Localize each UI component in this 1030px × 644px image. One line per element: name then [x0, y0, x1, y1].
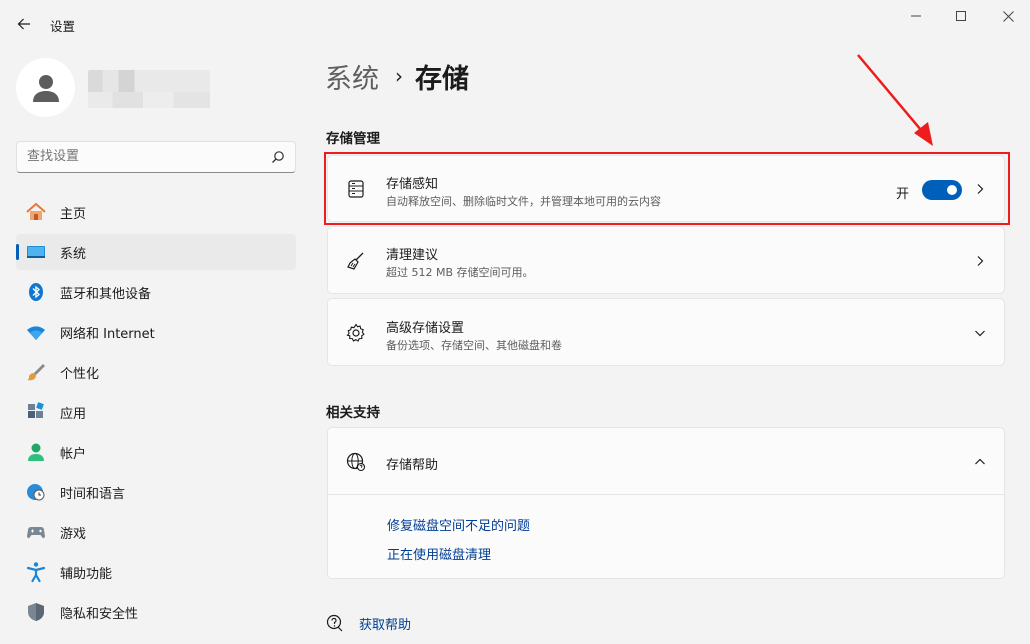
- sidebar-item-network[interactable]: 网络和 Internet: [16, 314, 296, 350]
- chevron-right-icon[interactable]: [974, 255, 986, 267]
- storage-sense-card[interactable]: 存储感知 自动释放空间、删除临时文件，并管理本地可用的云内容 开: [327, 155, 1005, 222]
- help-link-disk-cleanup[interactable]: 正在使用磁盘清理: [387, 544, 491, 563]
- sidebar-item-label: 隐私和安全性: [60, 606, 139, 622]
- advanced-storage-subtitle: 备份选项、存储空间、其他磁盘和卷: [386, 339, 562, 352]
- storage-drive-icon: [348, 180, 364, 198]
- storage-help-title: 存储帮助: [386, 458, 439, 473]
- sidebar-nav: 主页 系统 蓝牙和其他设备 网络和 Internet 个性化 应用 帐户 时间和…: [16, 194, 296, 634]
- help-chat-icon: [326, 614, 343, 632]
- sidebar-item-home[interactable]: 主页: [16, 194, 296, 230]
- profile-info-redacted: [88, 70, 210, 108]
- back-button[interactable]: [12, 12, 36, 36]
- minimize-icon: [911, 15, 921, 17]
- advanced-storage-settings-card[interactable]: 高级存储设置 备份选项、存储空间、其他磁盘和卷: [327, 298, 1005, 366]
- title-bar: 设置: [0, 0, 1030, 48]
- sidebar-item-personalization[interactable]: 个性化: [16, 354, 296, 390]
- page-title: 存储: [415, 63, 469, 95]
- sidebar-item-accounts[interactable]: 帐户: [16, 434, 296, 470]
- maximize-button[interactable]: [949, 6, 973, 26]
- search-box[interactable]: [16, 141, 296, 173]
- user-icon: [32, 74, 59, 102]
- storage-sense-title: 存储感知: [386, 177, 439, 192]
- search-input[interactable]: [27, 149, 257, 164]
- sidebar-item-label: 主页: [60, 206, 87, 222]
- sidebar-item-accessibility[interactable]: 辅助功能: [16, 554, 296, 590]
- breadcrumb-separator: ›: [395, 64, 403, 88]
- search-icon[interactable]: [271, 150, 285, 164]
- shield-icon: [25, 601, 47, 623]
- gear-icon: [346, 323, 365, 342]
- storage-help-header[interactable]: 存储帮助: [328, 428, 1004, 495]
- back-arrow-icon: [17, 18, 30, 30]
- sidebar-item-label: 游戏: [60, 526, 87, 542]
- sidebar-item-label: 帐户: [60, 446, 87, 462]
- maximize-icon: [956, 11, 966, 21]
- toggle-knob: [947, 185, 957, 195]
- breadcrumb: 系统 › 存储: [325, 57, 469, 96]
- home-icon: [25, 201, 47, 223]
- sidebar-item-label: 系统: [60, 246, 87, 262]
- sidebar-item-label: 应用: [60, 406, 87, 422]
- breadcrumb-parent[interactable]: 系统: [325, 57, 379, 96]
- close-button[interactable]: [996, 6, 1020, 26]
- advanced-storage-title: 高级存储设置: [386, 321, 465, 336]
- sidebar-item-system[interactable]: 系统: [16, 234, 296, 270]
- cleanup-subtitle: 超过 512 MB 存储空间可用。: [386, 266, 534, 279]
- sidebar-item-label: 个性化: [60, 366, 100, 382]
- chevron-down-icon[interactable]: [974, 327, 986, 339]
- sidebar-item-gaming[interactable]: 游戏: [16, 514, 296, 550]
- broom-icon: [347, 252, 364, 270]
- sidebar-item-label: 辅助功能: [60, 566, 113, 582]
- cleanup-recommendations-card[interactable]: 清理建议 超过 512 MB 存储空间可用。: [327, 226, 1005, 294]
- storage-sense-subtitle: 自动释放空间、删除临时文件，并管理本地可用的云内容: [386, 195, 661, 208]
- clock-globe-icon: [25, 481, 47, 503]
- app-title: 设置: [50, 19, 76, 34]
- sidebar-item-label: 蓝牙和其他设备: [60, 286, 152, 302]
- sidebar-item-bluetooth[interactable]: 蓝牙和其他设备: [16, 274, 296, 310]
- cleanup-title: 清理建议: [386, 248, 439, 263]
- sidebar-item-label: 时间和语言: [60, 486, 126, 502]
- section-title-storage-management: 存储管理: [326, 131, 380, 147]
- get-help-link[interactable]: 获取帮助: [325, 612, 411, 634]
- storage-help-card: 存储帮助 修复磁盘空间不足的问题 正在使用磁盘清理: [327, 427, 1005, 579]
- globe-help-icon: [346, 452, 366, 472]
- minimize-button[interactable]: [904, 6, 928, 26]
- accessibility-icon: [25, 561, 47, 583]
- wifi-icon: [25, 321, 47, 343]
- brush-icon: [25, 361, 47, 383]
- sidebar-item-time-language[interactable]: 时间和语言: [16, 474, 296, 510]
- bluetooth-icon: [25, 281, 47, 303]
- system-display-icon: [25, 241, 47, 263]
- storage-sense-toggle[interactable]: [922, 180, 962, 200]
- chevron-up-icon[interactable]: [974, 456, 986, 468]
- sidebar-item-label: 网络和 Internet: [60, 326, 155, 342]
- chevron-right-icon[interactable]: [974, 183, 986, 195]
- get-help-label: 获取帮助: [359, 617, 412, 633]
- toggle-state-label: 开: [896, 187, 910, 202]
- close-icon: [1002, 10, 1014, 22]
- avatar[interactable]: [16, 58, 75, 117]
- gamepad-icon: [25, 521, 47, 543]
- help-link-fix-low-disk-space[interactable]: 修复磁盘空间不足的问题: [387, 515, 530, 534]
- sidebar-item-privacy[interactable]: 隐私和安全性: [16, 594, 296, 630]
- apps-icon: [25, 401, 47, 423]
- sidebar-item-apps[interactable]: 应用: [16, 394, 296, 430]
- section-title-related-support: 相关支持: [326, 405, 380, 421]
- account-icon: [25, 441, 47, 463]
